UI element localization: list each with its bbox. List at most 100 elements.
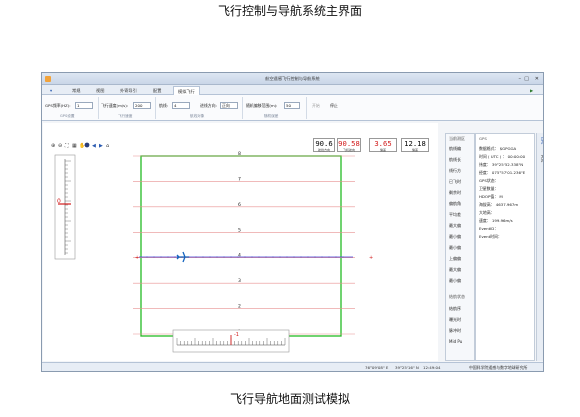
exposure-panel-header: 结航状态 bbox=[449, 294, 465, 299]
stop-button[interactable]: 停止 bbox=[330, 103, 338, 109]
route-line-label: 4 bbox=[238, 253, 241, 259]
bottom-ruler: -1 bbox=[172, 329, 290, 353]
survey-panel: 当前测区 航线编 航线长 线行方 已飞时 剩余时 偏航角 平均差 最大偏 最小偏 最小偏 上偏偏 最大… bbox=[445, 133, 475, 361]
gps-field: 数据格式： $GPGGA bbox=[479, 146, 517, 151]
readout-label: 航线方向 bbox=[317, 148, 330, 152]
ribbon-divider bbox=[306, 97, 307, 119]
direction-label: 进线方向: bbox=[200, 103, 217, 108]
zoom-in-icon: ⊕ bbox=[51, 143, 55, 149]
survey-panel-item: 已飞时 bbox=[449, 179, 461, 184]
gps-freq-label: GPS频率(HZ): bbox=[45, 103, 71, 108]
readout-value: 12.18 bbox=[404, 139, 426, 148]
track-point bbox=[237, 256, 239, 258]
route-line-label: 6 bbox=[238, 202, 241, 208]
readout-route-heading: 90.6 航线方向 bbox=[313, 138, 335, 152]
gps-panel-title: GPS bbox=[479, 136, 487, 141]
route-select[interactable]: 4 bbox=[172, 102, 190, 109]
gps-field: 卫星数量： bbox=[479, 186, 499, 191]
gps-field: 大地高： bbox=[479, 210, 495, 215]
track-point bbox=[202, 256, 204, 258]
track-point bbox=[146, 256, 148, 258]
gps-freq-select[interactable]: 1 bbox=[75, 102, 93, 109]
help-icon[interactable]: ▶ bbox=[526, 86, 537, 95]
gps-field: HDOP值： M bbox=[479, 194, 503, 199]
survey-panel-item: 平均差 bbox=[449, 212, 461, 217]
route-line-label: 2 bbox=[238, 304, 241, 310]
map-toolbar: ⊕ ⊖ ⛶ ▦ ✋ ◀ ▶ ⌂ bbox=[51, 142, 109, 149]
random-input[interactable]: 50 bbox=[284, 102, 300, 109]
start-button[interactable]: 开始 bbox=[312, 103, 320, 109]
tab-view[interactable]: 视图 bbox=[92, 86, 108, 95]
group-speed: 飞行速度 bbox=[118, 114, 133, 118]
gps-field: EventID： bbox=[479, 226, 499, 231]
route-lines: 87654321 bbox=[133, 151, 355, 335]
track-start-marker: + bbox=[135, 255, 139, 261]
track-point bbox=[328, 256, 330, 258]
gps-field: 时间 ( UTC ) ： 00:00:00 bbox=[479, 154, 526, 159]
status-time: 12:49:04 bbox=[423, 365, 441, 370]
survey-panel-item: 航线长 bbox=[449, 157, 461, 162]
tab-general[interactable]: 常规 bbox=[68, 86, 84, 95]
survey-panel-item: 最大偏 bbox=[449, 223, 461, 228]
survey-panel-item: 航线编 bbox=[449, 146, 461, 151]
ruler-marker: -1 bbox=[234, 332, 239, 338]
track-point bbox=[272, 256, 274, 258]
track-point bbox=[195, 256, 197, 258]
altitude-scale: 0 bbox=[54, 154, 76, 260]
track-point bbox=[321, 256, 323, 258]
status-longitude: 76°09'08" E bbox=[365, 365, 389, 370]
vtab-gps[interactable]: GPS bbox=[538, 137, 543, 144]
survey-panel-item: 线行方 bbox=[449, 168, 461, 173]
status-bar: 76°09'08" E 39°25'16" N 12:49:04 中国科学院遥感… bbox=[42, 362, 543, 371]
group-gps: GPS设置 bbox=[60, 114, 75, 118]
track-point bbox=[307, 256, 309, 258]
tab-config[interactable]: 配置 bbox=[149, 86, 165, 95]
ribbon-divider bbox=[242, 97, 243, 119]
file-menu-icon[interactable]: ▾ bbox=[46, 86, 56, 95]
zoom-out-icon: ⊖ bbox=[58, 143, 62, 149]
minimize-icon[interactable]: – bbox=[519, 73, 522, 85]
fit-icon: ⛶ bbox=[65, 143, 69, 149]
route-label: 航线: bbox=[159, 103, 169, 108]
track-point bbox=[342, 256, 344, 258]
readout-value: 90.6 bbox=[315, 139, 333, 148]
track-point bbox=[335, 256, 337, 258]
track-point bbox=[223, 256, 225, 258]
readout-offset-1: 3.65 偏差 bbox=[369, 138, 397, 152]
tab-simulate[interactable]: 模拟飞行 bbox=[173, 86, 200, 95]
survey-panel-item: 偏航角 bbox=[449, 201, 461, 206]
caption-bottom: 飞行导航地面测试模拟 bbox=[229, 392, 350, 406]
pan-icon: ✋ bbox=[79, 142, 85, 149]
forward-icon: ▶ bbox=[99, 143, 103, 149]
track-point bbox=[279, 256, 281, 258]
back-icon: ◀ bbox=[92, 143, 96, 149]
route-line-label: 5 bbox=[238, 227, 241, 233]
readout-label: 偏差 bbox=[411, 148, 418, 152]
track-point bbox=[153, 256, 155, 258]
readout-label: 偏差 bbox=[379, 148, 386, 152]
direction-select[interactable]: 正向 bbox=[220, 102, 238, 109]
readout-aircraft-heading: 90.58 飞机航向 bbox=[337, 138, 361, 152]
tab-guide[interactable]: 外寄导引 bbox=[116, 86, 141, 95]
speed-input[interactable]: 200 bbox=[133, 102, 151, 109]
exposure-panel-item: Mid Pu bbox=[449, 339, 463, 344]
exposure-panel-item: 脉冲时 bbox=[449, 328, 461, 333]
exposure-panel-item: 曝光时 bbox=[449, 317, 461, 322]
route-line-label: 8 bbox=[238, 151, 241, 157]
map-canvas[interactable]: ⊕ ⊖ ⛶ ▦ ✋ ◀ ▶ ⌂ 0 8 7 6 5 4 3 2 + + -1 9… bbox=[43, 123, 438, 361]
ribbon-divider bbox=[155, 97, 156, 119]
track-point bbox=[174, 256, 176, 258]
track-point bbox=[167, 256, 169, 258]
readout-value: 3.65 bbox=[374, 139, 392, 148]
track-end-marker: + bbox=[369, 255, 373, 261]
status-latitude: 39°25'16" N bbox=[395, 365, 419, 370]
close-icon[interactable]: ✕ bbox=[535, 73, 539, 85]
vtab-pos[interactable]: POS bbox=[538, 155, 543, 162]
screenshot-stage: 飞行控制与导航系统主界面 航空遥感飞行控制与导航系统 – □ ✕ ▾ 常规 视图… bbox=[0, 0, 580, 417]
survey-area-boundary bbox=[140, 155, 342, 337]
title-bar: 航空遥感飞行控制与导航系统 – □ ✕ bbox=[42, 73, 543, 85]
survey-panel-item: 上偏偏 bbox=[449, 256, 461, 261]
track-point bbox=[251, 256, 253, 258]
extent-icon: ▦ bbox=[72, 143, 77, 149]
maximize-icon[interactable]: □ bbox=[524, 73, 529, 85]
